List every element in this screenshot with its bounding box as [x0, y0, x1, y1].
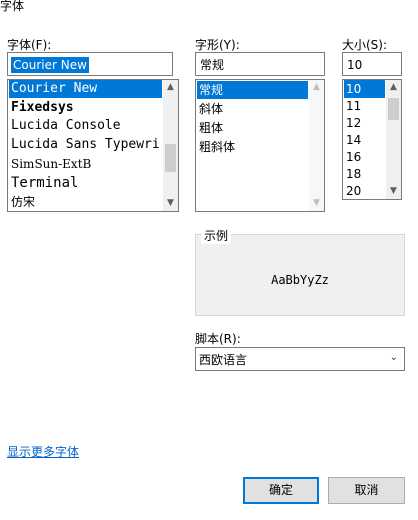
sample-label: 示例 — [201, 227, 232, 244]
font-list[interactable]: Courier New Fixedsys Lucida Console Luci… — [7, 79, 179, 212]
size-list-item[interactable]: 14 — [344, 131, 361, 149]
font-list-scrollbar[interactable]: ▲ ▼ — [163, 80, 178, 211]
cancel-button[interactable]: 取消 — [328, 477, 405, 504]
style-list-item[interactable]: 粗斜体 — [197, 138, 235, 156]
style-input-value: 常规 — [200, 58, 225, 72]
size-list-item[interactable]: 10 — [344, 80, 385, 98]
font-list-item[interactable]: 仿宋 — [9, 193, 35, 211]
font-label: 字体(F): — [7, 38, 52, 52]
sample-box: AaBbYyZz — [195, 234, 405, 316]
size-list-scroll-thumb[interactable] — [388, 98, 399, 120]
sample-text: AaBbYyZz — [271, 273, 329, 287]
size-list-item[interactable]: 20 — [344, 182, 361, 199]
size-list-item[interactable]: 11 — [344, 97, 361, 115]
ok-button[interactable]: 确定 — [243, 477, 319, 504]
font-list-item[interactable]: Fixedsys — [9, 99, 74, 117]
style-list[interactable]: 常规 斜体 粗体 粗斜体 ▲ ▼ — [195, 79, 325, 212]
font-input-value: Courier New — [11, 57, 89, 73]
font-list-item[interactable]: Courier New — [9, 80, 162, 98]
script-select-value: 西欧语言 — [199, 353, 248, 367]
chevron-down-icon: ⌄ — [389, 352, 398, 363]
font-list-scroll-thumb[interactable] — [165, 144, 176, 172]
style-list-scrollbar[interactable]: ▲ ▼ — [309, 80, 324, 211]
window-title: 字体 — [0, 0, 25, 13]
size-list-item[interactable]: 18 — [344, 165, 361, 183]
chevron-up-icon[interactable]: ▲ — [163, 80, 178, 95]
size-label: 大小(S): — [342, 38, 388, 52]
size-list[interactable]: 10 11 12 14 16 18 20 ▲ ▼ — [342, 79, 402, 200]
font-input[interactable]: Courier New — [7, 52, 173, 76]
font-list-item[interactable]: Terminal — [9, 174, 78, 192]
chevron-down-icon[interactable]: ▼ — [309, 196, 324, 211]
script-select[interactable]: 西欧语言 ⌄ — [195, 347, 405, 371]
show-more-fonts-link[interactable]: 显示更多字体 — [7, 443, 79, 460]
chevron-up-icon[interactable]: ▲ — [386, 80, 401, 95]
style-list-item[interactable]: 常规 — [197, 81, 308, 99]
size-input[interactable]: 10 — [342, 52, 402, 76]
style-label: 字形(Y): — [195, 38, 240, 52]
style-input[interactable]: 常规 — [195, 52, 325, 76]
chevron-up-icon[interactable]: ▲ — [309, 80, 324, 95]
style-list-item[interactable]: 粗体 — [197, 119, 223, 137]
chevron-down-icon[interactable]: ▼ — [163, 196, 178, 211]
size-list-item[interactable]: 12 — [344, 114, 361, 132]
script-label: 脚本(R): — [195, 332, 241, 346]
font-list-item[interactable]: Lucida Console — [9, 117, 121, 135]
size-list-scrollbar[interactable]: ▲ ▼ — [386, 80, 401, 199]
size-input-value: 10 — [347, 58, 363, 72]
font-list-item[interactable]: SimSun-ExtB — [9, 155, 91, 173]
style-list-item[interactable]: 斜体 — [197, 100, 223, 118]
size-list-item[interactable]: 16 — [344, 148, 361, 166]
chevron-down-icon[interactable]: ▼ — [386, 184, 401, 199]
font-list-item[interactable]: Lucida Sans Typewri — [9, 136, 160, 154]
